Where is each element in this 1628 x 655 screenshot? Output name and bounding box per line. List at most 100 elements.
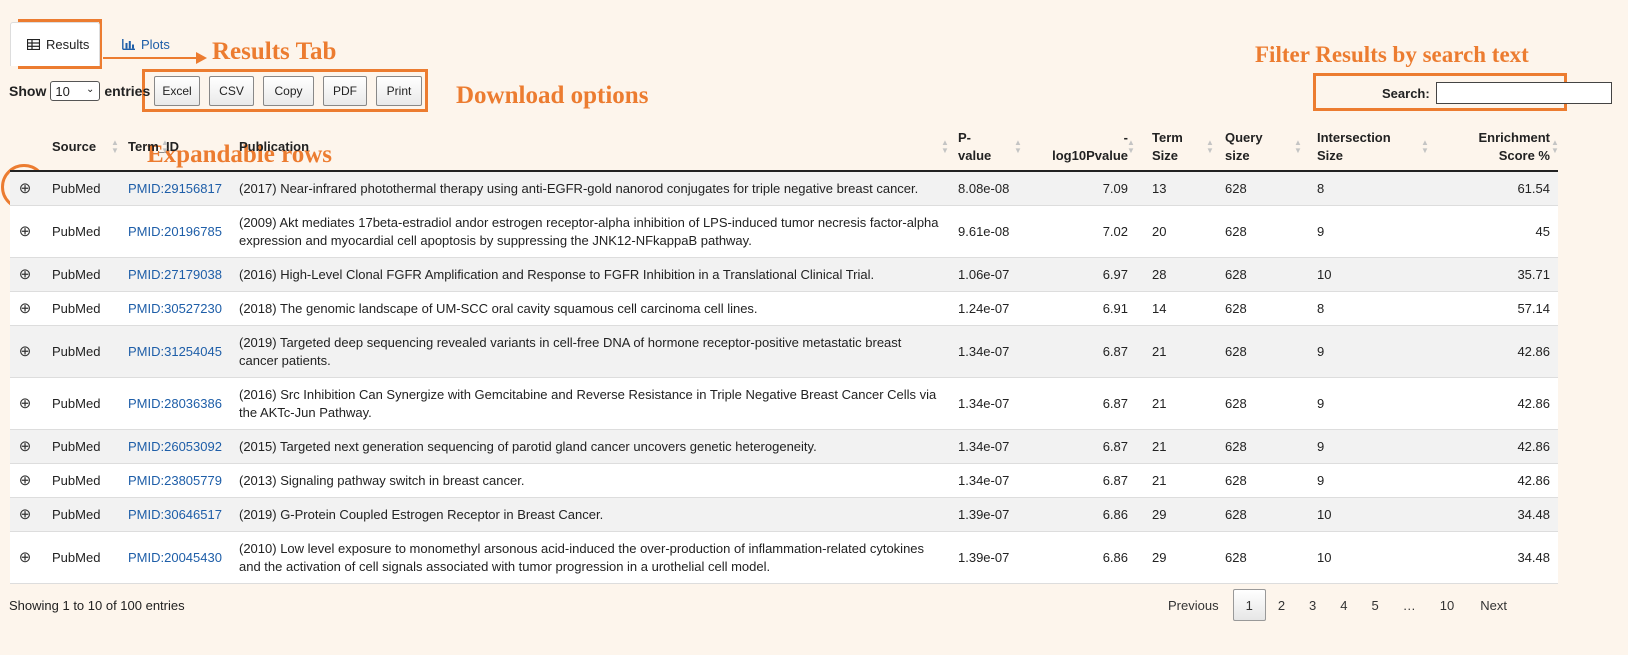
cell-term-size: 21 bbox=[1152, 472, 1167, 488]
cell-enrichment: 34.48 bbox=[1517, 549, 1550, 565]
cell-publication: (2018) The genomic landscape of UM-SCC o… bbox=[239, 300, 758, 316]
cell-source: PubMed bbox=[52, 223, 101, 239]
results-table: Source ▲ ▼ Term_ID ▲ ▼ Publication ▲ ▼ P- value ▲ ▼… bbox=[10, 124, 1560, 584]
cell-term-id: PMID:30527230 bbox=[128, 292, 232, 325]
cell-term-size: 13 bbox=[1152, 180, 1167, 196]
print-button[interactable]: Print bbox=[376, 76, 422, 106]
column-header-log10p[interactable]: - log10Pvalue bbox=[1040, 124, 1128, 170]
cell-pvalue: 1.34e-07 bbox=[958, 343, 1010, 359]
expand-row-button[interactable]: ⊕ bbox=[10, 378, 40, 429]
cell-pvalue: 8.08e-08 bbox=[958, 180, 1010, 196]
expand-row-button[interactable]: ⊕ bbox=[10, 292, 40, 325]
cell-enrichment: 57.14 bbox=[1517, 300, 1550, 316]
cell-term-size: 29 bbox=[1152, 506, 1167, 522]
expand-circle-plus-icon: ⊕ bbox=[18, 179, 32, 197]
cell-publication: (2019) Targeted deep sequencing revealed… bbox=[239, 334, 902, 368]
page-10-button[interactable]: 10 bbox=[1428, 589, 1466, 621]
cell-query-size: 628 bbox=[1225, 472, 1247, 488]
tab-bar: Results Plots bbox=[10, 22, 210, 66]
column-header-publication[interactable]: Publication bbox=[239, 124, 939, 170]
page-4-button[interactable]: 4 bbox=[1328, 589, 1359, 621]
table-row: ⊕ PubMed PMID:30527230 (2018) The genomic l… bbox=[10, 292, 1558, 326]
csv-button[interactable]: CSV bbox=[209, 76, 254, 106]
cell-publication: (2015) Targeted next generation sequenci… bbox=[239, 438, 817, 454]
tab-results[interactable]: Results bbox=[10, 22, 100, 66]
cell-enrichment: 42.86 bbox=[1517, 343, 1550, 359]
term-id-link[interactable]: PMID:27179038 bbox=[128, 266, 222, 284]
sort-icon[interactable]: ▲ ▼ bbox=[110, 124, 120, 170]
cell-intersection: 8 bbox=[1317, 300, 1325, 316]
cell-term-size: 21 bbox=[1152, 438, 1167, 454]
column-header-pvalue[interactable]: P- value bbox=[958, 124, 1020, 170]
sort-icon[interactable]: ▲ ▼ bbox=[1420, 124, 1430, 170]
term-id-link[interactable]: PMID:29156817 bbox=[128, 180, 222, 198]
cell-enrichment: 45 bbox=[1535, 223, 1550, 239]
pdf-button[interactable]: PDF bbox=[323, 76, 367, 106]
column-header-term-size[interactable]: Term Size bbox=[1152, 124, 1202, 170]
sort-icon[interactable]: ▲ ▼ bbox=[1205, 124, 1215, 170]
sort-icon[interactable]: ▲ ▼ bbox=[1013, 124, 1023, 170]
term-id-link[interactable]: PMID:31254045 bbox=[128, 343, 222, 361]
copy-button[interactable]: Copy bbox=[263, 76, 314, 106]
cell-query-size: 628 bbox=[1225, 506, 1247, 522]
term-id-link[interactable]: PMID:28036386 bbox=[128, 395, 222, 413]
term-id-link[interactable]: PMID:30646517 bbox=[128, 506, 222, 524]
page-1-button[interactable]: 1 bbox=[1232, 589, 1266, 621]
table-row: ⊕ PubMed PMID:30646517 (2019) G-Protein Cou… bbox=[10, 498, 1558, 532]
cell-source: PubMed bbox=[52, 395, 101, 411]
entries-select[interactable]: 10 ⌄ bbox=[50, 81, 101, 101]
term-id-link[interactable]: PMID:30527230 bbox=[128, 300, 222, 318]
expand-circle-plus-icon: ⊕ bbox=[18, 342, 32, 360]
sort-icon[interactable]: ▲ ▼ bbox=[160, 124, 170, 170]
table-row: ⊕ PubMed PMID:26053092 (2015) Targeted next… bbox=[10, 430, 1558, 464]
expand-row-button[interactable]: ⊕ bbox=[10, 498, 40, 531]
sort-icon[interactable]: ▲ ▼ bbox=[1550, 124, 1560, 170]
table-row: ⊕ PubMed PMID:28036386 (2016) Src Inhibitio… bbox=[10, 378, 1558, 430]
column-header-intersection[interactable]: Intersection Size bbox=[1317, 124, 1417, 170]
expand-row-button[interactable]: ⊕ bbox=[10, 326, 40, 377]
term-id-link[interactable]: PMID:20045430 bbox=[128, 549, 222, 567]
cell-term-id: PMID:23805779 bbox=[128, 464, 232, 497]
expand-row-button[interactable]: ⊕ bbox=[10, 172, 40, 205]
page-3-button[interactable]: 3 bbox=[1297, 589, 1328, 621]
expand-row-button[interactable]: ⊕ bbox=[10, 206, 40, 257]
previous-button[interactable]: Previous bbox=[1160, 589, 1233, 621]
cell-source: PubMed bbox=[52, 300, 101, 316]
sort-icon[interactable]: ▲ ▼ bbox=[1126, 124, 1136, 170]
page-2-button[interactable]: 2 bbox=[1266, 589, 1297, 621]
cell-query-size: 628 bbox=[1225, 223, 1247, 239]
cell-intersection: 9 bbox=[1317, 472, 1325, 488]
cell-source: PubMed bbox=[52, 266, 101, 282]
cell-pvalue: 1.34e-07 bbox=[958, 472, 1010, 488]
annotation-results-tab: Results Tab bbox=[212, 38, 337, 65]
cell-query-size: 628 bbox=[1225, 395, 1247, 411]
tab-plots[interactable]: Plots bbox=[122, 22, 202, 66]
page-5-button[interactable]: 5 bbox=[1360, 589, 1391, 621]
column-header-enrichment[interactable]: Enrichment Score % bbox=[1442, 124, 1550, 170]
cell-term-size: 14 bbox=[1152, 300, 1167, 316]
expand-row-button[interactable]: ⊕ bbox=[10, 258, 40, 291]
expand-circle-plus-icon: ⊕ bbox=[18, 471, 32, 489]
sort-icon[interactable]: ▲ ▼ bbox=[940, 124, 950, 170]
expand-row-button[interactable]: ⊕ bbox=[10, 430, 40, 463]
term-id-link[interactable]: PMID:26053092 bbox=[128, 438, 222, 456]
column-header-term-id[interactable]: Term_ID bbox=[128, 124, 232, 170]
cell-query-size: 628 bbox=[1225, 180, 1247, 196]
expand-row-button[interactable]: ⊕ bbox=[10, 532, 40, 583]
column-header-label: Intersection Size bbox=[1317, 130, 1391, 163]
cell-enrichment: 34.48 bbox=[1517, 506, 1550, 522]
table-info: Showing 1 to 10 of 100 entries bbox=[9, 598, 185, 613]
search-input[interactable] bbox=[1435, 82, 1612, 104]
column-header-query-size[interactable]: Query size bbox=[1225, 124, 1285, 170]
term-id-link[interactable]: PMID:23805779 bbox=[128, 472, 222, 490]
sort-icon[interactable]: ▲ ▼ bbox=[1293, 124, 1303, 170]
cell-term-size: 21 bbox=[1152, 343, 1167, 359]
cell-query-size: 628 bbox=[1225, 300, 1247, 316]
term-id-link[interactable]: PMID:20196785 bbox=[128, 223, 222, 241]
expand-row-button[interactable]: ⊕ bbox=[10, 464, 40, 497]
next-button[interactable]: Next bbox=[1466, 589, 1519, 621]
cell-source: PubMed bbox=[52, 343, 101, 359]
excel-button[interactable]: Excel bbox=[154, 76, 200, 106]
cell-intersection: 10 bbox=[1317, 266, 1332, 282]
cell-term-size: 29 bbox=[1152, 549, 1167, 565]
